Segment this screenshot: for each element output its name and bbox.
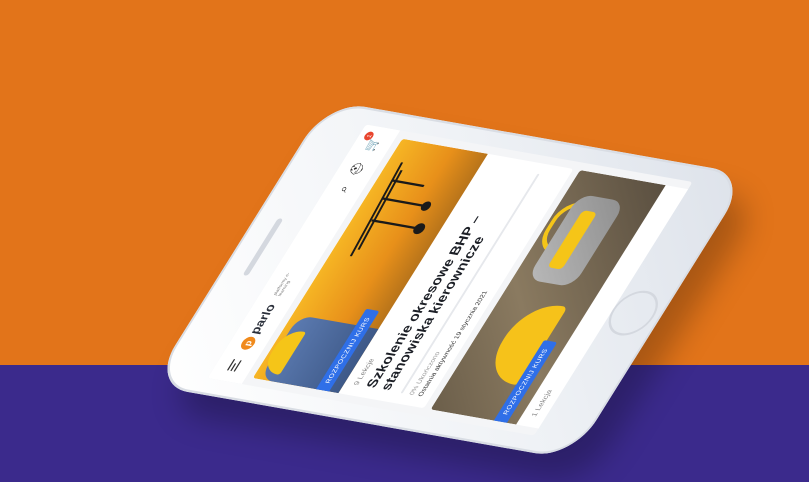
user-icon[interactable]: ⛑ (346, 160, 368, 177)
logo-text: parlo (247, 303, 279, 336)
menu-icon[interactable] (226, 358, 242, 372)
cart-count-badge: 1 (362, 131, 376, 141)
cart-icon[interactable]: 🛒 1 (361, 131, 383, 153)
logo-subtitle: platformy e-learning (273, 272, 292, 297)
search-icon[interactable]: ⌕ (337, 185, 353, 193)
logo-mark: p (238, 335, 259, 351)
